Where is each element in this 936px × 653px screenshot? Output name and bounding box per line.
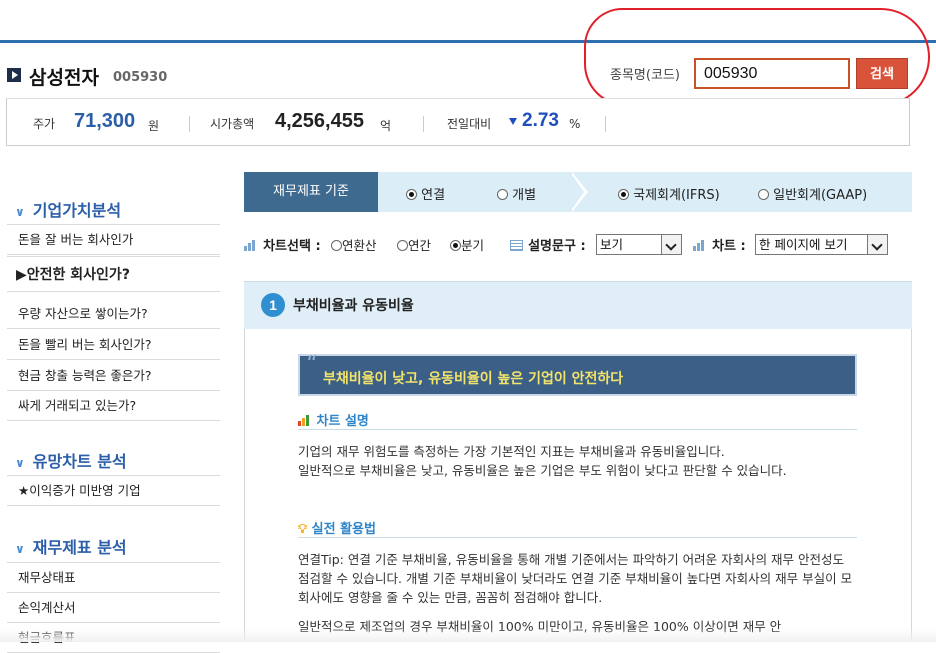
down-arrow-icon [509,118,517,125]
lightbulb-icon: 💡︎ [298,522,308,537]
sidebar-item[interactable]: 우량 자산으로 쌓이는가? [7,299,220,329]
sidebar-item[interactable]: 손익계산서 [7,593,220,623]
stock-name: 삼성전자 [29,67,99,89]
sidebar-section-financials[interactable]: ∨ 재무제표 분석 [15,534,127,558]
divider-arrow [570,172,584,212]
radio-ifrs[interactable]: 국제회계(IFRS) [618,184,720,203]
change-value: 2.73 [522,110,559,131]
divider [423,116,424,132]
change-unit: % [569,117,581,131]
radio-selected-icon [450,240,461,251]
bar-chart-icon [693,240,707,251]
radio-icon [331,240,342,251]
desc-group: 설명문구 : [510,235,586,254]
bottom-edge [0,628,936,642]
radio-annual[interactable]: 연간 [397,235,431,254]
radio-consolidated[interactable]: 연결 [406,184,445,203]
sidebar-section-chart[interactable]: ∨ 유망차트 분석 [15,448,127,472]
chevron-down-icon: ∨ [15,456,25,470]
desc-label: 설명문구 : [528,239,586,254]
stock-code: 005930 [113,70,168,85]
chart-desc-heading: 차트 설명 [298,410,369,429]
radio-icon [397,240,408,251]
chart-select-group: 차트선택 : [244,235,321,254]
chart-select-label: 차트선택 : [263,239,321,254]
play-icon [7,68,21,82]
chart-view-label: 차트 : [712,239,746,254]
sidebar-item[interactable]: 돈을 잘 버는 회사인가 [7,225,220,255]
chart-view-select[interactable]: 한 페이지에 보기 [755,234,888,255]
sidebar-item[interactable]: 돈을 빨리 버는 회사인가? [7,330,220,360]
desc-select[interactable]: 보기 [596,234,682,255]
practical-para1: 연결Tip: 연결 기준 부채비율, 유동비율을 통해 개별 기준에서는 파악하… [298,552,853,605]
bar-chart-icon [244,240,258,251]
divider [298,429,857,430]
price-value: 71,300 [74,110,136,132]
quote-text: 부채비율이 낮고, 유동비율이 높은 기업이 안전하다 [323,371,624,387]
marketcap-unit: 억 [380,119,392,133]
section-title: 부채비율과 유동비율 [293,298,414,314]
radio-annual-conv[interactable]: 연환산 [331,235,377,254]
radio-separate[interactable]: 개별 [497,184,536,203]
chart-view-value: 한 페이지에 보기 [759,237,848,252]
radio-icon [758,189,769,200]
radio-selected-icon [618,189,629,200]
radio-quarter[interactable]: 분기 [450,235,484,254]
sidebar-item[interactable]: 재무상태표 [7,563,220,593]
sidebar-item[interactable]: ★이익증가 미반영 기업 [7,476,220,506]
chart-desc-line1: 기업의 재무 위험도를 측정하는 가장 기본적인 지표는 부채비율과 유동비율입… [298,444,725,459]
radio-selected-icon [406,189,417,200]
triangle-right-icon: ▶ [16,267,27,283]
sidebar-item[interactable]: 싸게 거래되고 있는가? [7,391,220,421]
marketcap-label: 시가총액 [210,117,255,131]
chevron-down-icon: ∨ [15,205,25,219]
radio-icon [497,189,508,200]
desc-select-value: 보기 [600,237,624,252]
section-number-badge: 1 [261,293,285,317]
divider [189,116,190,132]
practical-heading: 💡︎ 실전 활용법 [298,522,376,537]
chart-view-group: 차트 : [693,235,746,254]
chevron-down-icon [867,235,887,254]
radio-gaap[interactable]: 일반회계(GAAP) [758,184,867,203]
chevron-down-icon: ∨ [15,542,25,556]
list-icon [510,240,523,251]
divider [605,116,606,132]
sidebar-section-value[interactable]: ∨ 기업가치분석 [15,197,121,221]
chevron-down-icon [661,235,681,254]
price-unit: 원 [148,119,160,133]
chart-desc-line2: 일반적으로 부채비율은 낮고, 유동비율은 높은 기업은 부도 위험이 낮다고 … [298,463,787,478]
change-label: 전일대비 [447,117,492,131]
bar-chart-icon [298,415,312,426]
basis-label: 재무제표 기준 [244,172,378,212]
divider [298,537,857,538]
marketcap-value: 4,256,455 [275,110,364,132]
sidebar-item-active[interactable]: ▶안전한 회사인가? [7,256,220,292]
price-label: 주가 [33,117,56,131]
quote-icon: “ [306,352,318,377]
sidebar-item[interactable]: 현금 창출 능력은 좋은가? [7,361,220,391]
annotation-circle [584,8,930,106]
